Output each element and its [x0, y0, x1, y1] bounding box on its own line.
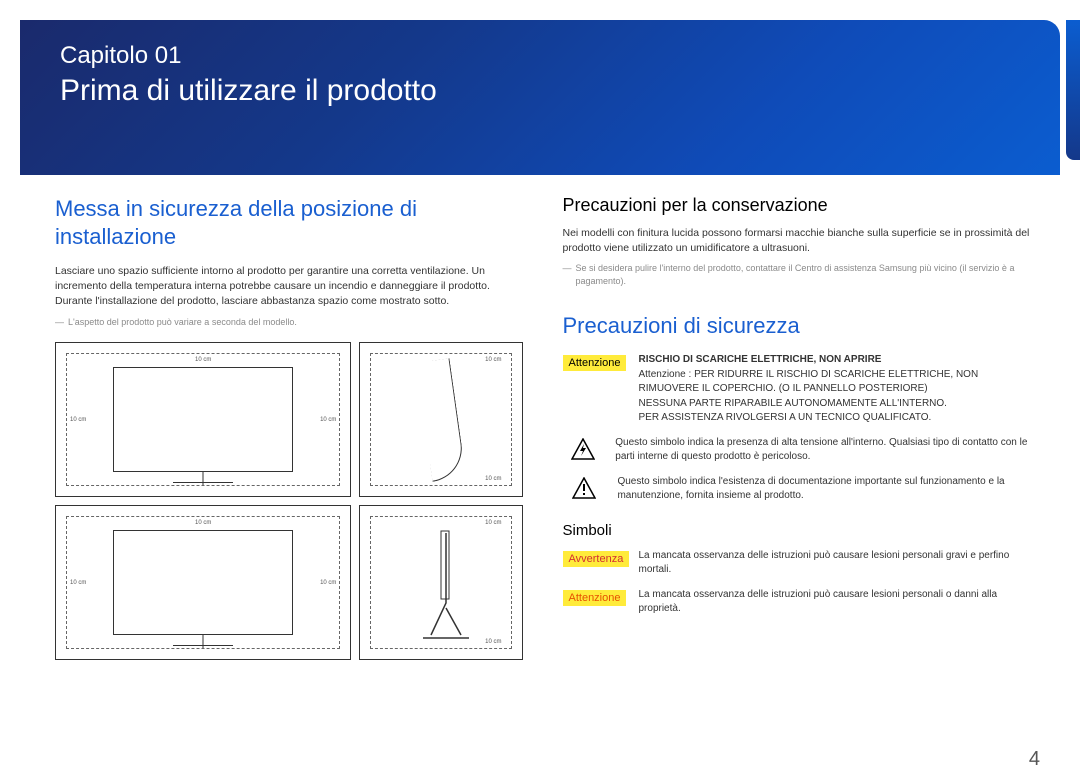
shock-line-0: Attenzione : PER RIDURRE IL RISCHIO DI S… [638, 368, 1030, 397]
dim-side-top: 10 cm [485, 357, 501, 363]
left-column: Messa in sicurezza della posizione di in… [55, 195, 523, 660]
avvertenza-text: La mancata osservanza delle istruzioni p… [639, 549, 1031, 578]
tag-avvertenza: Avvertenza [563, 551, 630, 567]
avvertenza-row: Avvertenza La mancata osservanza delle i… [563, 549, 1031, 578]
tag-container-avv: Avvertenza [563, 549, 627, 567]
shock-line-1: NESSUNA PARTE RIPARABILE AUTONOMAMENTE A… [638, 397, 1030, 412]
dim-side-top-2: 10 cm [485, 520, 501, 526]
monitor-front-icon [113, 367, 293, 472]
chapter-title: Prima di utilizzare il prodotto [60, 74, 1020, 108]
shock-title: RISCHIO DI SCARICHE ELETTRICHE, NON APRI… [638, 353, 1030, 368]
dim-left-2: 10 cm [70, 580, 86, 586]
attenzione2-text: La mancata osservanza delle istruzioni p… [638, 588, 1030, 617]
right-column: Precauzioni per la conservazione Nei mod… [563, 195, 1031, 660]
bolt-row: Questo simbolo indica la presenza di alt… [563, 436, 1031, 465]
heading-safety: Precauzioni di sicurezza [563, 312, 1031, 340]
shock-warning-body: RISCHIO DI SCARICHE ELETTRICHE, NON APRI… [638, 353, 1030, 426]
page-corner-accent [1066, 20, 1080, 160]
dim-top-2: 10 cm [195, 520, 211, 526]
monitor-front-icon-2 [113, 530, 293, 635]
figure-grid: 10 cm 10 cm 10 cm 10 cm 10 cm 10 cm 10 c… [55, 342, 523, 660]
dim-right: 10 cm [320, 417, 336, 423]
installation-body: Lasciare uno spazio sufficiente intorno … [55, 264, 523, 310]
warning-exclamation-icon [572, 477, 596, 499]
clearance-dashed-side-2 [370, 516, 511, 649]
dim-top: 10 cm [195, 357, 211, 363]
note-dash-icon-2: ― [563, 262, 572, 275]
dim-right-2: 10 cm [320, 580, 336, 586]
tag-attenzione-2: Attenzione [563, 590, 627, 606]
heading-simboli: Simboli [563, 522, 1031, 539]
tag-attenzione: Attenzione [563, 355, 627, 371]
installation-note-text: L'aspetto del prodotto può variare a sec… [68, 316, 297, 329]
warning-attenzione-block: Attenzione RISCHIO DI SCARICHE ELETTRICH… [563, 353, 1031, 426]
chapter-banner: Capitolo 01 Prima di utilizzare il prodo… [20, 20, 1060, 175]
note-dash-icon: ― [55, 316, 64, 329]
content-columns: Messa in sicurezza della posizione di in… [0, 185, 1080, 660]
storage-note-text: Se si desidera pulire l'interno del prod… [576, 262, 1031, 287]
shock-line-2: PER ASSISTENZA RIVOLGERSI A UN TECNICO Q… [638, 411, 1030, 426]
bolt-text: Questo simbolo indica la presenza di alt… [615, 436, 1030, 465]
storage-body: Nei modelli con finitura lucida possono … [563, 226, 1031, 256]
dim-left: 10 cm [70, 417, 86, 423]
figure-front-2: 10 cm 10 cm 10 cm [55, 505, 351, 660]
dim-side-bottom: 10 cm [485, 476, 501, 482]
heading-installation: Messa in sicurezza della posizione di in… [55, 195, 523, 250]
high-voltage-icon [571, 438, 595, 460]
figure-side-1: 10 cm 10 cm [359, 342, 522, 497]
tag-container-att2: Attenzione [563, 588, 627, 606]
excl-row: Questo simbolo indica l'esistenza di doc… [563, 475, 1031, 504]
dim-side-bottom-2: 10 cm [485, 639, 501, 645]
icon-col-excl [563, 475, 606, 499]
tag-container: Attenzione [563, 353, 627, 371]
storage-note: ― Se si desidera pulire l'interno del pr… [563, 262, 1031, 287]
figure-front-1: 10 cm 10 cm 10 cm [55, 342, 351, 497]
chapter-label: Capitolo 01 [60, 42, 1020, 70]
attenzione2-row: Attenzione La mancata osservanza delle i… [563, 588, 1031, 617]
installation-note: ― L'aspetto del prodotto può variare a s… [55, 316, 523, 329]
page: Capitolo 01 Prima di utilizzare il prodo… [0, 20, 1080, 783]
heading-storage: Precauzioni per la conservazione [563, 195, 1031, 216]
figure-side-2: 10 cm 10 cm [359, 505, 522, 660]
excl-text: Questo simbolo indica l'esistenza di doc… [617, 475, 1030, 504]
page-number: 4 [1029, 748, 1040, 771]
icon-col-bolt [563, 436, 604, 460]
